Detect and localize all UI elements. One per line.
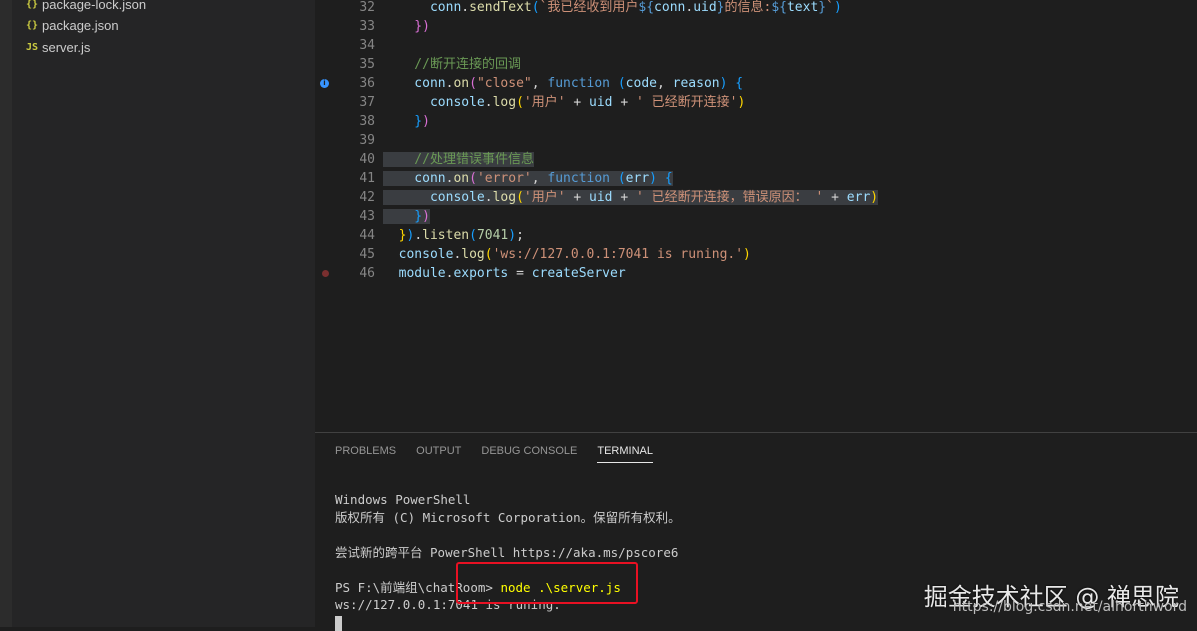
code-line[interactable]: 34 (315, 36, 1197, 55)
terminal-cursor (335, 616, 342, 631)
line-gutter[interactable]: 37 (315, 93, 375, 112)
line-number: 39 (333, 131, 375, 150)
line-number: 34 (333, 36, 375, 55)
line-gutter[interactable]: 43 (315, 207, 375, 226)
code-text: //断开连接的回调 (383, 55, 521, 74)
terminal-prompt-line[interactable] (335, 614, 681, 631)
line-gutter[interactable]: 40 (315, 150, 375, 169)
terminal-line (335, 526, 681, 544)
terminal-line (335, 483, 681, 491)
file-item[interactable]: {}package-lock.json (12, 0, 315, 15)
file-name: server.js (42, 40, 90, 55)
code-line[interactable]: 40 //处理错误事件信息 (315, 150, 1197, 169)
line-number: 35 (333, 55, 375, 74)
line-gutter[interactable]: 44 (315, 226, 375, 245)
terminal-line: Windows PowerShell (335, 491, 681, 509)
file-name: package.json (42, 18, 119, 33)
line-gutter[interactable]: 41 (315, 169, 375, 188)
file-name: package-lock.json (42, 0, 146, 12)
line-gutter[interactable]: 39 (315, 131, 375, 150)
file-item[interactable]: {}package.json (12, 15, 315, 37)
line-number: 44 (333, 226, 375, 245)
code-line[interactable]: 42 console.log('用户' + uid + ' 已经断开连接，错误原… (315, 188, 1197, 207)
line-number: 42 (333, 188, 375, 207)
code-line[interactable]: 45 console.log('ws://127.0.0.1:7041 is r… (315, 245, 1197, 264)
code-text: conn.sendText(`我已经收到用户${conn.uid}的信息:${t… (383, 0, 842, 17)
code-line[interactable]: 37 console.log('用户' + uid + ' 已经断开连接') (315, 93, 1197, 112)
code-text: module.exports = createServer (383, 264, 626, 283)
explorer-sidebar: {}package-lock.json{}package.jsonJSserve… (12, 0, 315, 627)
line-gutter[interactable]: i 36 (315, 74, 375, 93)
tab-debug-console[interactable]: DEBUG CONSOLE (481, 445, 577, 463)
file-item[interactable]: JSserver.js (12, 36, 315, 58)
line-gutter[interactable]: 38 (315, 112, 375, 131)
code-line[interactable]: 41 conn.on('error', function (err) { (315, 169, 1197, 188)
line-number: 43 (333, 207, 375, 226)
code-text: }) (383, 207, 430, 226)
terminal-line: 版权所有 (C) Microsoft Corporation。保留所有权利。 (335, 509, 681, 527)
code-text: console.log('用户' + uid + ' 已经断开连接') (383, 93, 745, 112)
line-number: 33 (333, 17, 375, 36)
line-gutter[interactable]: 35 (315, 55, 375, 74)
code-text: conn.on('error', function (err) { (383, 169, 673, 188)
json-file-icon: {} (12, 20, 42, 31)
code-line[interactable]: 44 }).listen(7041); (315, 226, 1197, 245)
code-text: }) (383, 17, 430, 36)
line-gutter[interactable]: 45 (315, 245, 375, 264)
line-number: 36 (333, 74, 375, 93)
tab-output[interactable]: OUTPUT (416, 445, 461, 463)
js-file-icon: JS (12, 42, 42, 53)
line-number: 37 (333, 93, 375, 112)
line-number: 40 (333, 150, 375, 169)
watermark-url: https://blog.csdn.net/alhorthword (953, 599, 1187, 615)
code-text: }).listen(7041); (383, 226, 524, 245)
tab-problems[interactable]: PROBLEMS (335, 445, 396, 463)
code-line[interactable]: 35 //断开连接的回调 (315, 55, 1197, 74)
code-line[interactable]: 39 (315, 131, 1197, 150)
code-line[interactable]: i 36 conn.on("close", function (code, rea… (315, 74, 1197, 93)
code-line[interactable]: 32 conn.sendText(`我已经收到用户${conn.uid}的信息:… (315, 0, 1197, 17)
line-gutter[interactable]: 34 (315, 36, 375, 55)
line-gutter[interactable]: 33 (315, 17, 375, 36)
code-text: }) (383, 112, 430, 131)
json-file-icon: {} (12, 0, 42, 10)
breakpoint-icon[interactable] (322, 270, 329, 277)
tab-terminal[interactable]: TERMINAL (597, 445, 653, 463)
terminal-line: 尝试新的跨平台 PowerShell https://aka.ms/pscore… (335, 544, 681, 562)
line-number: 45 (333, 245, 375, 264)
code-line[interactable]: 33 }) (315, 17, 1197, 36)
code-text: conn.on("close", function (code, reason)… (383, 74, 743, 93)
code-line[interactable]: 46 module.exports = createServer (315, 264, 1197, 283)
code-text: console.log('ws://127.0.0.1:7041 is runi… (383, 245, 751, 264)
code-line[interactable]: 38 }) (315, 112, 1197, 131)
activity-bar (0, 0, 12, 627)
code-text: //处理错误事件信息 (383, 150, 534, 169)
line-gutter[interactable]: 42 (315, 188, 375, 207)
line-number: 41 (333, 169, 375, 188)
code-editor[interactable]: 32 conn.sendText(`我已经收到用户${conn.uid}的信息:… (315, 0, 1197, 432)
line-number: 46 (333, 264, 375, 283)
code-text: console.log('用户' + uid + ' 已经断开连接，错误原因： … (383, 188, 878, 207)
info-icon[interactable]: i (320, 79, 329, 88)
panel-tabs: PROBLEMS OUTPUT DEBUG CONSOLE TERMINAL (335, 445, 653, 463)
line-number: 38 (333, 112, 375, 131)
terminal-output[interactable]: Windows PowerShell版权所有 (C) Microsoft Cor… (335, 483, 681, 631)
line-gutter[interactable]: 46 (315, 264, 375, 283)
highlight-box (456, 562, 638, 604)
line-gutter[interactable]: 32 (315, 0, 375, 17)
code-line[interactable]: 43 }) (315, 207, 1197, 226)
line-number: 32 (333, 0, 375, 17)
